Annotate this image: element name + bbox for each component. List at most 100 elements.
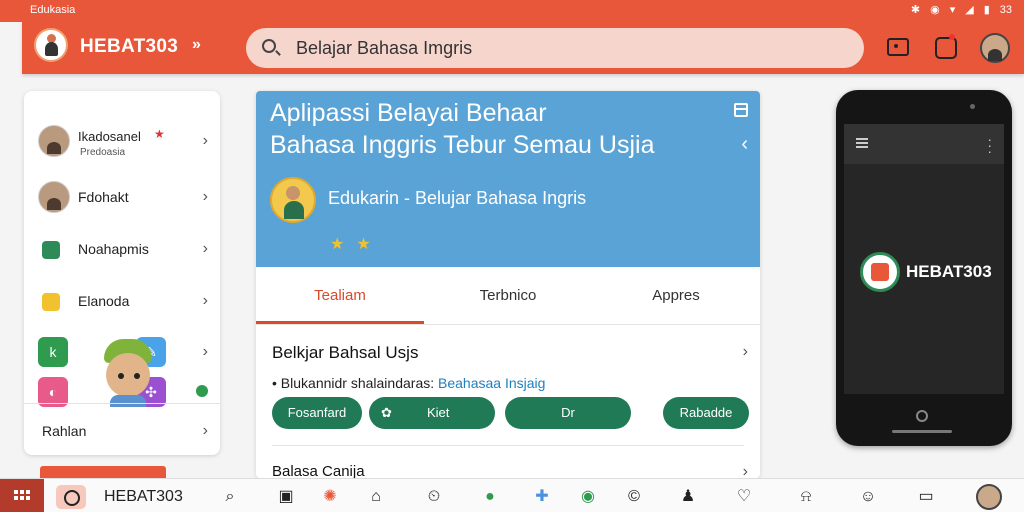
tab-terbnico[interactable]: Terbnico [424,267,592,325]
bullet-link[interactable]: Beahasaa Insjaig [438,375,545,391]
pill-button[interactable]: Fosanfard [272,397,362,429]
gesture-bar [892,430,952,433]
page-title-line2: Bahasa Inggris Tebur Semau Usjia [270,131,655,159]
map-pin-icon[interactable]: ● [480,487,500,507]
more-icon[interactable]: · · · [987,132,992,158]
phone-app-name: HEBAT303 [906,262,992,281]
divider [24,403,220,404]
phone-app-bar: · · · [844,124,1004,164]
brand-logo-icon[interactable] [34,28,68,62]
camera-icon[interactable]: ▣ [276,487,296,507]
user-avatar[interactable] [980,33,1010,63]
clover-icon: ✿ [381,405,392,420]
sidebar-item-elanoda[interactable]: Elanoda › [24,279,220,325]
pill-button[interactable]: Dr [505,397,631,429]
signal-icon: ◢ [965,4,974,16]
menu-icon[interactable] [734,103,748,117]
chevron-right-icon[interactable]: › [743,343,748,361]
alarm-icon: ◉ [930,4,940,16]
hamburger-icon[interactable] [856,138,868,140]
avatar[interactable] [976,484,1002,510]
app-grid-icon[interactable] [0,479,44,512]
phone-screen: · · · HEBAT303 [844,124,1004,394]
plus-icon[interactable]: ✚ [532,487,552,507]
avatar [38,181,70,213]
taskbar-app-name: HEBAT303 [104,488,183,505]
sidebar-item-noahapmis[interactable]: Noahapmis › [24,227,220,273]
wifi-icon: ▾ [949,4,956,16]
brand-logo-icon [860,252,900,292]
timer-icon[interactable]: ⏲ [424,487,444,507]
smiley-icon[interactable]: ☺ [858,487,878,507]
rating-stars: ★★ [330,236,383,253]
sidebar-item-label: Noahapmis [78,241,149,257]
record-icon[interactable]: ◉ [578,487,598,507]
app-square-icon [42,293,60,311]
app-header: HEBAT303 » Belajar Bahasa Imgris [22,22,1024,74]
app-square-icon [42,241,60,259]
chevron-right-icon: › [202,188,208,205]
avatar [38,125,70,157]
sidebar-action-button[interactable] [40,466,166,478]
search-icon[interactable]: ⌕ [220,487,240,507]
sidebar-item-fdohakt[interactable]: Fdohakt › [24,175,220,221]
carrier-label: Edukasia [30,4,76,16]
chevron-right-icon: › [202,132,208,149]
battery-icon: ▮ [983,4,990,16]
tab-bar: Tealiam Terbnico Appres [256,267,760,325]
app-banner: Aplipassi Belayai Behaar Bahasa Inggris … [256,91,760,267]
developer-label: Edukarin - Belujar Bahasa Ingris [328,188,587,208]
phone-preview: · · · HEBAT303 [836,90,1012,446]
active-app-icon[interactable] [56,485,86,509]
bell-icon[interactable]: ⍾ [796,487,816,507]
developer-avatar [270,177,316,223]
status-bar: Edukasia ✱ ◉ ▾ ◢ ▮ 33 [0,0,1024,22]
sidebar-item-label: Fdohakt [78,189,129,205]
chevron-left-icon[interactable]: ‹ [741,133,748,156]
section-title: Belkjar Bahsal Usjs [272,343,419,362]
tv-icon[interactable] [884,34,910,60]
section-title-2: Balasa Canija [272,463,365,478]
divider [272,445,744,446]
expand-chevrons-icon[interactable]: » [192,36,201,54]
chevron-right-icon: › [202,240,208,257]
user-icon[interactable]: ♟ [678,487,698,507]
app-tile-icon[interactable]: k [38,337,68,367]
chevron-right-icon: › [202,292,208,309]
paint-icon[interactable]: ✺ [320,487,340,507]
star-icon: ★ [154,127,165,141]
camera-icon [970,104,975,109]
bullet-row: • Blukannidr shalaindaras: Beahasaa Insj… [272,375,545,391]
copyright-icon[interactable]: © [624,487,644,507]
search-value: Belajar Bahasa Imgris [296,38,473,58]
pill-button[interactable]: Rabadde [663,397,749,429]
chevron-right-icon[interactable]: › [743,463,748,478]
sidebar-item-rahlan[interactable]: Rahlan › [24,409,220,455]
search-icon [262,39,276,53]
active-tab-indicator [256,321,424,324]
home-button-icon[interactable] [916,410,928,422]
sidebar-item-profile[interactable]: Ikadosanel Predoasia ★ › [24,119,220,165]
chevron-right-icon: › [202,422,208,439]
status-icons: ✱ ◉ ▾ ◢ ▮ 33 [911,3,1012,17]
tab-tealiam[interactable]: Tealiam [256,267,424,325]
tab-appres[interactable]: Appres [592,267,760,325]
sidebar-item-sublabel: Predoasia [80,147,126,158]
heart-icon[interactable]: ♡ [734,487,754,507]
mascot-illustration [102,339,154,407]
bottom-taskbar: HEBAT303 ⌕ ▣ ✺ ⌂ ⏲ ● ✚ ◉ © ♟ ♡ ⍾ ☺ ▭ [0,478,1024,512]
sidebar-item-label: Elanoda [78,293,130,309]
brand-name: HEBAT303 [80,36,179,57]
status-dot-icon [196,385,208,397]
clock-label: 33 [999,3,1012,16]
window-icon[interactable]: ▭ [916,487,936,507]
page-title: Aplipassi Belayai Behaar [270,99,547,127]
bullet-text: Blukannidr shalaindaras: [280,375,435,391]
notification-icon[interactable] [932,34,958,60]
pill-label: Kiet [427,405,450,420]
bullet-icon: • [272,375,281,391]
pill-button-kiet[interactable]: ✿ Kiet [369,397,495,429]
search-input[interactable]: Belajar Bahasa Imgris [246,28,864,68]
chevron-right-icon: › [202,343,208,360]
home-icon[interactable]: ⌂ [366,487,386,507]
